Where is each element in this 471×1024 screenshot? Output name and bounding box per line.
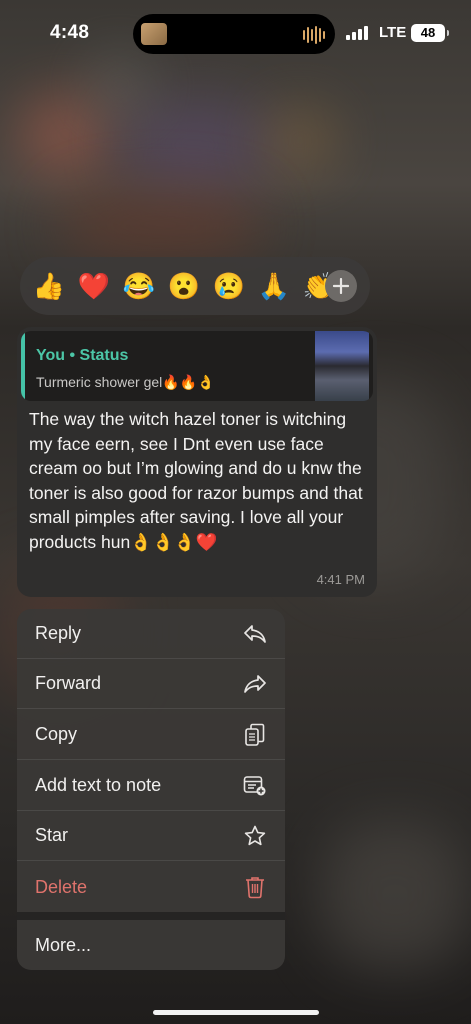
menu-separator (17, 912, 285, 920)
message-timestamp: 4:41 PM (316, 572, 365, 587)
menu-label: More... (35, 934, 92, 955)
status-thumbnail (315, 331, 369, 401)
menu-item-forward[interactable]: Forward (17, 659, 285, 709)
menu-label: Copy (35, 724, 78, 744)
plus-icon (333, 278, 349, 294)
quote-accent-bar (21, 331, 25, 401)
quote-text: Turmeric shower gel🔥🔥👌 (36, 374, 215, 390)
network-type: LTE (379, 24, 407, 41)
message-text: The way the witch hazel toner is witchin… (29, 409, 363, 552)
menu-item-add-to-note[interactable]: Add text to note (17, 761, 285, 811)
menu-label: Reply (35, 623, 82, 643)
status-time: 4:48 (50, 22, 90, 43)
battery-icon: 48 (411, 24, 449, 42)
reaction-heart[interactable]: ❤️ (75, 266, 113, 306)
quote-author: You • Status (36, 347, 129, 364)
menu-label: Delete (35, 876, 88, 897)
menu-item-reply[interactable]: Reply (17, 609, 285, 659)
reaction-thumbs-up[interactable]: 👍 (30, 266, 68, 306)
menu-item-delete[interactable]: Delete (17, 862, 285, 912)
menu-item-star[interactable]: Star (17, 811, 285, 861)
note-add-icon (243, 774, 267, 798)
dynamic-island[interactable] (133, 14, 335, 54)
message-bubble[interactable]: You • Status Turmeric shower gel🔥🔥👌 The … (17, 327, 377, 597)
quoted-status[interactable]: You • Status Turmeric shower gel🔥🔥👌 (21, 331, 373, 401)
reaction-crying[interactable]: 😢 (210, 266, 248, 306)
home-indicator[interactable] (153, 1010, 319, 1015)
menu-item-copy[interactable]: Copy (17, 710, 285, 760)
reaction-bar: 👍 ❤️ 😂 😮 😢 🙏 👏 (20, 257, 370, 315)
menu-item-more[interactable]: More... (17, 920, 285, 970)
reply-icon (243, 622, 267, 646)
audio-waveform-icon (303, 26, 325, 44)
trash-icon (243, 875, 267, 899)
status-bar: 4:48 LTE 48 (0, 0, 471, 70)
reaction-surprised[interactable]: 😮 (165, 266, 203, 306)
star-icon (243, 824, 267, 848)
now-playing-artwork (141, 23, 167, 45)
menu-label: Star (35, 825, 69, 845)
menu-label: Forward (35, 673, 102, 693)
message-context-menu: Reply Forward Copy Add text to note Star… (17, 609, 285, 970)
forward-icon (243, 672, 267, 696)
signal-strength-icon (346, 26, 370, 40)
reaction-pray[interactable]: 🙏 (255, 266, 293, 306)
menu-label: Add text to note (35, 775, 162, 795)
copy-icon (243, 723, 267, 747)
more-reactions-button[interactable] (325, 270, 357, 302)
reaction-laughing[interactable]: 😂 (120, 266, 158, 306)
